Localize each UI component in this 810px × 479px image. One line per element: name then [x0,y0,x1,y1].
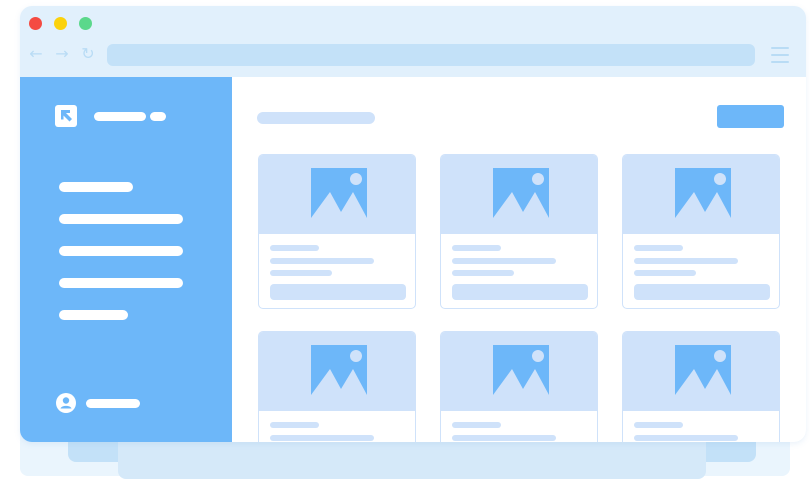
card-title-placeholder [634,245,683,251]
card-image [259,155,415,234]
card-image [441,332,597,411]
zoom-window-button[interactable] [79,17,92,30]
window-shadow-front [118,440,706,479]
sidebar-item-2[interactable] [59,214,183,224]
minimize-window-button[interactable] [54,17,67,30]
menu-icon[interactable] [771,47,789,63]
image-placeholder-icon [493,345,549,395]
card-text-placeholder [634,270,696,276]
browser-nav: ← → ↻ [27,44,97,64]
primary-action-button[interactable] [717,105,784,128]
window-controls [29,17,92,30]
card-text-placeholder [452,435,556,441]
arrow-up-left-icon[interactable] [55,105,77,127]
back-arrow-icon[interactable]: ← [27,44,45,64]
sidebar-item-5[interactable] [59,310,128,320]
image-placeholder-icon [675,345,731,395]
sidebar [20,77,232,442]
address-bar[interactable] [107,44,755,66]
card[interactable] [258,154,416,309]
reload-icon[interactable]: ↻ [79,44,97,64]
sidebar-item-1[interactable] [59,182,133,192]
card-text-placeholder [270,435,374,441]
card[interactable] [258,331,416,442]
card[interactable] [622,154,780,309]
card-title-placeholder [452,245,501,251]
card-image [623,155,779,234]
card-button-placeholder[interactable] [452,284,588,300]
card-title-placeholder [270,422,319,428]
image-placeholder-icon [311,168,367,218]
image-placeholder-icon [675,168,731,218]
card-title-placeholder [634,422,683,428]
card-text-placeholder [634,435,738,441]
card-image [441,155,597,234]
brand-name-placeholder [94,112,146,121]
sidebar-item-4[interactable] [59,278,183,288]
image-placeholder-icon [311,345,367,395]
card-button-placeholder[interactable] [270,284,406,300]
main-panel [232,77,806,442]
card-button-placeholder[interactable] [634,284,770,300]
illustration-scene: ← → ↻ [0,0,810,479]
close-window-button[interactable] [29,17,42,30]
card-image [623,332,779,411]
user-name-placeholder [86,399,140,408]
user-icon[interactable] [56,393,76,413]
card-image [259,332,415,411]
card[interactable] [440,331,598,442]
image-placeholder-icon [493,168,549,218]
card[interactable] [622,331,780,442]
card-text-placeholder [452,258,556,264]
card[interactable] [440,154,598,309]
card-text-placeholder [270,270,332,276]
browser-window: ← → ↻ [20,6,806,442]
card-text-placeholder [452,270,514,276]
card-title-placeholder [270,245,319,251]
card-text-placeholder [270,258,374,264]
forward-arrow-icon[interactable]: → [53,44,71,64]
sidebar-item-3[interactable] [59,246,183,256]
card-title-placeholder [452,422,501,428]
page-title-placeholder [257,112,375,124]
page-content [20,77,806,442]
card-text-placeholder [634,258,738,264]
brand-badge-placeholder [150,112,166,121]
